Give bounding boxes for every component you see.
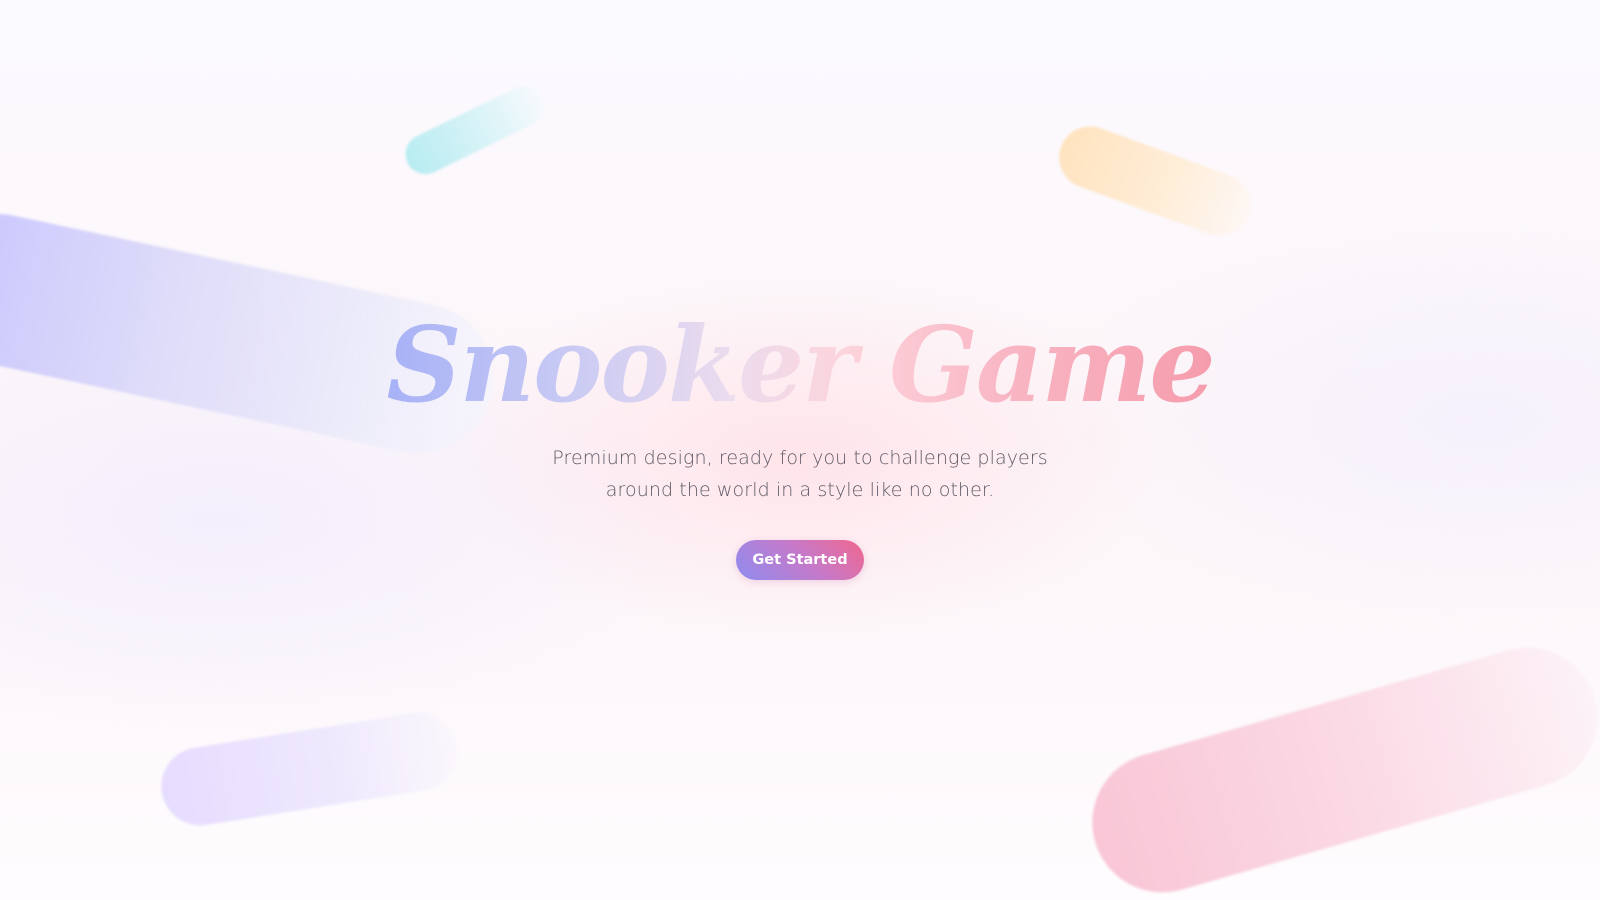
hero-title: Snooker Game <box>386 290 1215 440</box>
decorative-pill-pink <box>1075 631 1600 900</box>
hero-subtitle: Premium design, ready for you to challen… <box>552 447 1048 501</box>
decorative-pill-lavender <box>155 707 465 831</box>
hero-section: Snooker Game Premium design, ready for y… <box>0 290 1600 580</box>
get-started-button[interactable]: Get Started <box>736 540 864 580</box>
decorative-pill-cyan <box>398 79 552 181</box>
decorative-pill-yellow <box>1050 117 1260 245</box>
